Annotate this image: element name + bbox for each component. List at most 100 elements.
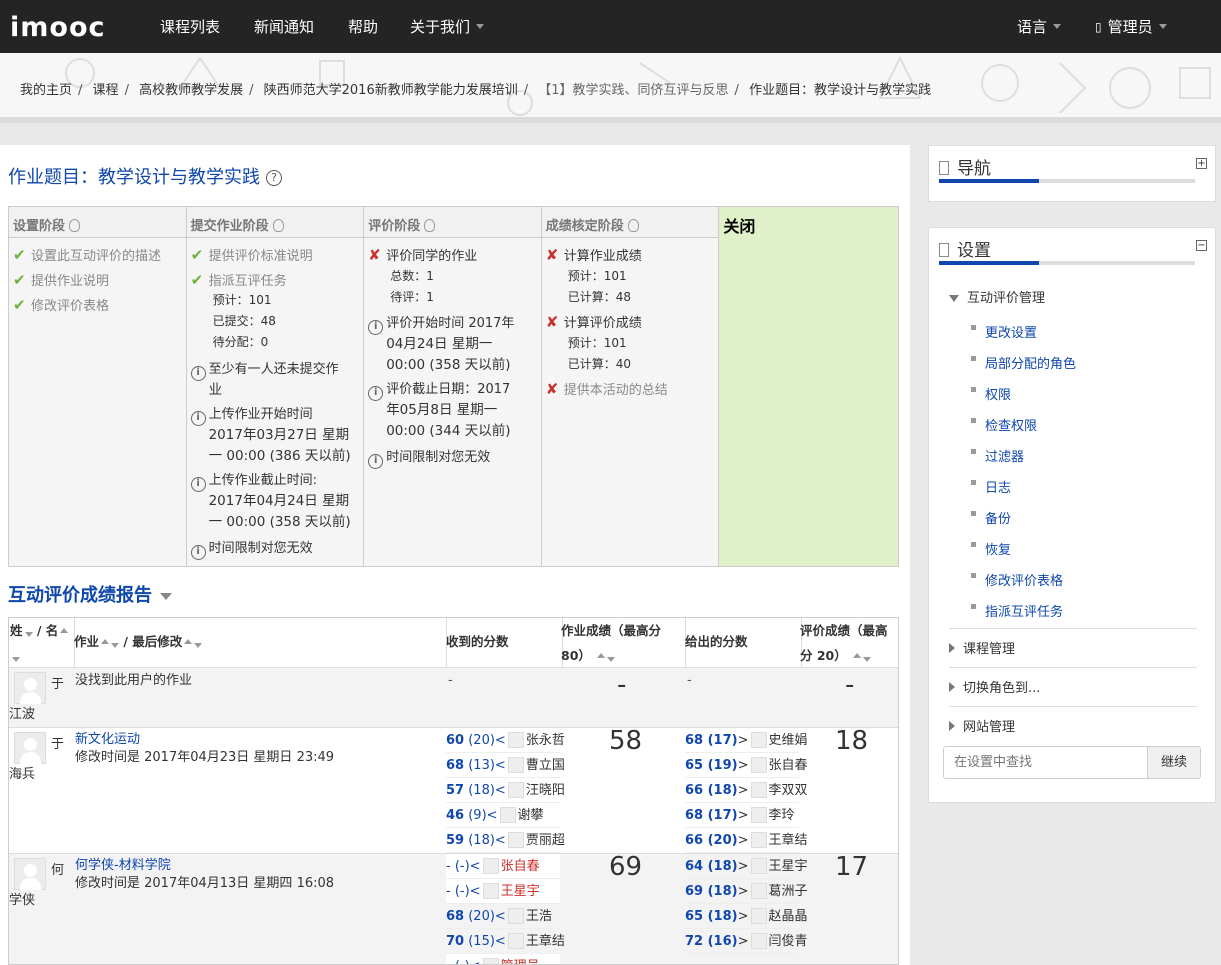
reviewer-avatar[interactable]: [750, 908, 767, 924]
reviewer-avatar[interactable]: [507, 933, 524, 949]
settings-item[interactable]: 指派互评任务: [970, 601, 1063, 620]
settings-item[interactable]: 恢复: [970, 539, 1011, 558]
reviewer-name[interactable]: 曹立国: [526, 758, 565, 773]
settings-group-workshop[interactable]: 互动评价管理: [949, 288, 1045, 309]
user-name[interactable]: 何: [51, 860, 64, 881]
phase-assessment-header[interactable]: 评价阶段: [364, 207, 541, 238]
reviewer-avatar[interactable]: [750, 732, 767, 748]
task-conclusion[interactable]: ✘ 提供本活动的总结: [546, 379, 668, 401]
language-menu[interactable]: 语言: [1017, 0, 1062, 53]
phase-submission-header[interactable]: 提交作业阶段: [186, 207, 364, 238]
gradinggrade-header[interactable]: 评价成绩（最高: [800, 619, 888, 643]
settings-group-site[interactable]: 网站管理: [949, 706, 1197, 739]
lightbulb-icon[interactable]: [272, 219, 284, 232]
grade-score[interactable]: 68: [446, 758, 464, 773]
reviewer-name[interactable]: 史维娟: [769, 733, 808, 748]
lightbulb-icon[interactable]: [69, 219, 81, 232]
reviewer-avatar[interactable]: [507, 732, 524, 748]
reviewer-name[interactable]: 王浩: [526, 909, 552, 924]
reviewer-avatar[interactable]: [750, 782, 767, 798]
breadcrumb-section[interactable]: 【1】教学实践、同侪互评与反思: [538, 83, 728, 98]
avatar[interactable]: [14, 672, 46, 704]
grade-header[interactable]: 作业成绩（最高分: [561, 619, 661, 643]
task-assessment-instructions[interactable]: ✔ 提供评价标准说明: [191, 245, 313, 267]
user-name[interactable]: 海兵: [9, 764, 35, 785]
grade-header-sort[interactable]: 80）: [561, 644, 616, 668]
reviewer-avatar[interactable]: [750, 883, 767, 899]
reviewer-name[interactable]: 葛洲子: [769, 884, 808, 899]
user-name[interactable]: 于: [51, 674, 64, 695]
grade-score[interactable]: 66: [685, 783, 703, 798]
settings-item[interactable]: 更改设置: [970, 322, 1037, 341]
grade-score[interactable]: 66: [685, 833, 703, 848]
reviewer-avatar[interactable]: [750, 757, 767, 773]
reviewer-name[interactable]: 谢攀: [518, 808, 544, 823]
reviewer-name[interactable]: 管理员: [501, 959, 540, 964]
phase-closed-header[interactable]: 关闭: [719, 207, 898, 238]
avatar[interactable]: [14, 858, 46, 890]
breadcrumb-home[interactable]: 我的主页: [20, 83, 72, 98]
task-set-description[interactable]: ✔ 设置此互动评价的描述: [13, 245, 161, 267]
nav-about-dropdown[interactable]: 关于我们: [410, 0, 485, 53]
grade-score[interactable]: 59: [446, 833, 464, 848]
grade-score[interactable]: 70: [446, 934, 464, 949]
reviewer-avatar[interactable]: [750, 807, 767, 823]
reviewer-name[interactable]: 闫俊青: [769, 934, 808, 949]
grade-score[interactable]: 65: [685, 909, 703, 924]
grade-score[interactable]: 72: [685, 934, 703, 949]
settings-item[interactable]: 局部分配的角色: [970, 353, 1076, 372]
reviewer-name[interactable]: 王章结: [526, 934, 565, 949]
phase-setup-header[interactable]: 设置阶段: [9, 207, 186, 238]
task-assess-peers[interactable]: ✘ 评价同学的作业: [368, 245, 477, 267]
settings-search-button[interactable]: 继续: [1147, 746, 1201, 779]
reviewer-name[interactable]: 赵晶晶: [769, 909, 808, 924]
task-allocate[interactable]: ✔ 指派互评任务: [191, 270, 287, 292]
grades-report-title[interactable]: 互动评价成绩报告: [8, 581, 172, 607]
task-instructions[interactable]: ✔ 提供作业说明: [13, 270, 109, 292]
settings-item[interactable]: 过滤器: [970, 446, 1024, 465]
reviewer-name[interactable]: 张永哲: [526, 733, 565, 748]
breadcrumb-course[interactable]: 陕西师范大学2016新教师教学能力发展培训: [264, 83, 518, 98]
breadcrumb-category[interactable]: 高校教师教学发展: [139, 83, 243, 98]
navigation-block-title[interactable]: 导航: [939, 154, 991, 179]
grade-score[interactable]: 64: [685, 859, 703, 874]
reviewer-avatar[interactable]: [482, 958, 499, 964]
reviewer-name[interactable]: 张自春: [769, 758, 808, 773]
settings-item[interactable]: 备份: [970, 508, 1011, 527]
settings-item[interactable]: 修改评价表格: [970, 570, 1063, 589]
nav-news[interactable]: 新闻通知: [254, 0, 314, 53]
grade-score[interactable]: 65: [685, 758, 703, 773]
sort-surname[interactable]: 姓 / 名: [10, 619, 69, 643]
settings-item[interactable]: 权限: [970, 384, 1011, 403]
reviewer-name[interactable]: 王星宇: [769, 859, 808, 874]
user-name[interactable]: 江波: [9, 704, 35, 725]
grade-score[interactable]: 68: [685, 808, 703, 823]
reviewer-avatar[interactable]: [507, 908, 524, 924]
user-menu[interactable]: ▯ 管理员: [1095, 0, 1167, 53]
grade-score[interactable]: 60: [446, 733, 464, 748]
lightbulb-icon[interactable]: [627, 219, 639, 232]
reviewer-name[interactable]: 李双双: [769, 783, 808, 798]
reviewer-avatar[interactable]: [482, 883, 499, 899]
grade-score[interactable]: 68: [685, 733, 703, 748]
reviewer-name[interactable]: 王星宇: [501, 884, 540, 899]
settings-search-input[interactable]: [943, 746, 1148, 779]
lightbulb-icon[interactable]: [424, 219, 436, 232]
grade-score[interactable]: 46: [446, 808, 464, 823]
reviewer-avatar[interactable]: [750, 858, 767, 874]
reviewer-avatar[interactable]: [507, 832, 524, 848]
reviewer-avatar[interactable]: [750, 832, 767, 848]
user-name[interactable]: 学侠: [9, 890, 35, 911]
gradinggrade-header-sort[interactable]: 分 20）: [800, 644, 872, 668]
breadcrumb-courses[interactable]: 课程: [93, 83, 119, 98]
settings-block-title[interactable]: 设置: [939, 236, 991, 261]
grade-score[interactable]: 57: [446, 783, 464, 798]
settings-group-course[interactable]: 课程管理: [949, 628, 1197, 661]
reviewer-name[interactable]: 张自春: [501, 859, 540, 874]
nav-course-list[interactable]: 课程列表: [160, 0, 220, 53]
reviewer-avatar[interactable]: [507, 782, 524, 798]
site-logo[interactable]: imooc: [10, 10, 110, 44]
reviewer-name[interactable]: 贾丽超: [526, 833, 565, 848]
reviewer-avatar[interactable]: [499, 807, 516, 823]
grade-score[interactable]: 69: [685, 884, 703, 899]
